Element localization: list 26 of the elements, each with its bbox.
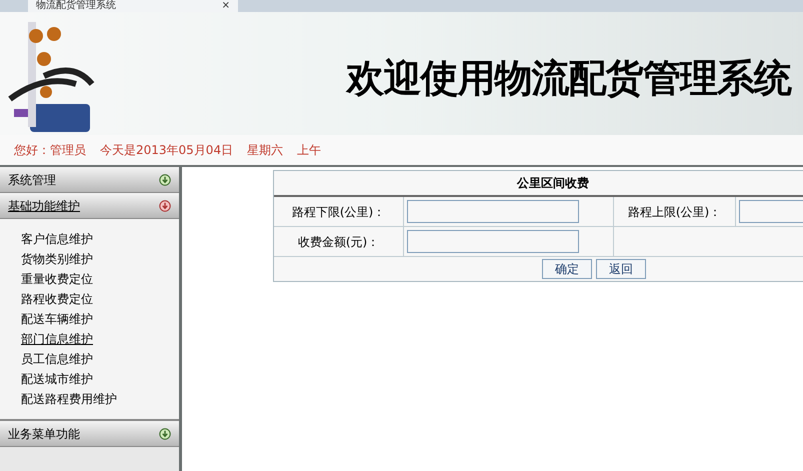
field-label: 路程上限(公里)： xyxy=(614,197,736,226)
menu-section-header[interactable]: 基础功能维护 xyxy=(0,193,179,219)
menu-item[interactable]: 配送城市维护 xyxy=(21,371,93,387)
text-input[interactable] xyxy=(407,230,579,253)
text-input[interactable] xyxy=(407,200,579,223)
banner-title: 欢迎使用物流配货管理系统 xyxy=(346,55,791,102)
form-title: 公里区间收费 xyxy=(274,171,803,197)
menu-item[interactable]: 客户信息维护 xyxy=(21,231,93,247)
date-text: 今天是2013年05月04日 xyxy=(100,142,234,159)
menu-item[interactable]: 货物类别维护 xyxy=(21,251,93,267)
menu-item[interactable]: 部门信息维护 xyxy=(21,331,93,347)
menu-item[interactable]: 路程收费定位 xyxy=(21,291,93,307)
tab-close-button[interactable]: × xyxy=(222,1,230,11)
greeting-text: 您好：管理员 xyxy=(14,142,86,159)
menu-section-header[interactable]: 业务菜单功能 xyxy=(0,421,179,447)
period-text: 上午 xyxy=(297,142,322,159)
weekday-text: 星期六 xyxy=(247,142,284,159)
form-button[interactable]: 确定 xyxy=(542,259,592,279)
menu-item[interactable]: 配送车辆维护 xyxy=(21,311,93,327)
menu-item[interactable]: 员工信息维护 xyxy=(21,351,93,367)
menu-item[interactable]: 配送路程费用维护 xyxy=(21,391,117,407)
menu-item[interactable]: 重量收费定位 xyxy=(21,271,93,287)
menu-section-header[interactable]: 系统管理 xyxy=(0,167,179,193)
field-label: 路程下限(公里)： xyxy=(274,197,404,226)
form-button[interactable]: 返回 xyxy=(596,259,646,279)
field-label: 收费金额(元)： xyxy=(274,227,404,256)
